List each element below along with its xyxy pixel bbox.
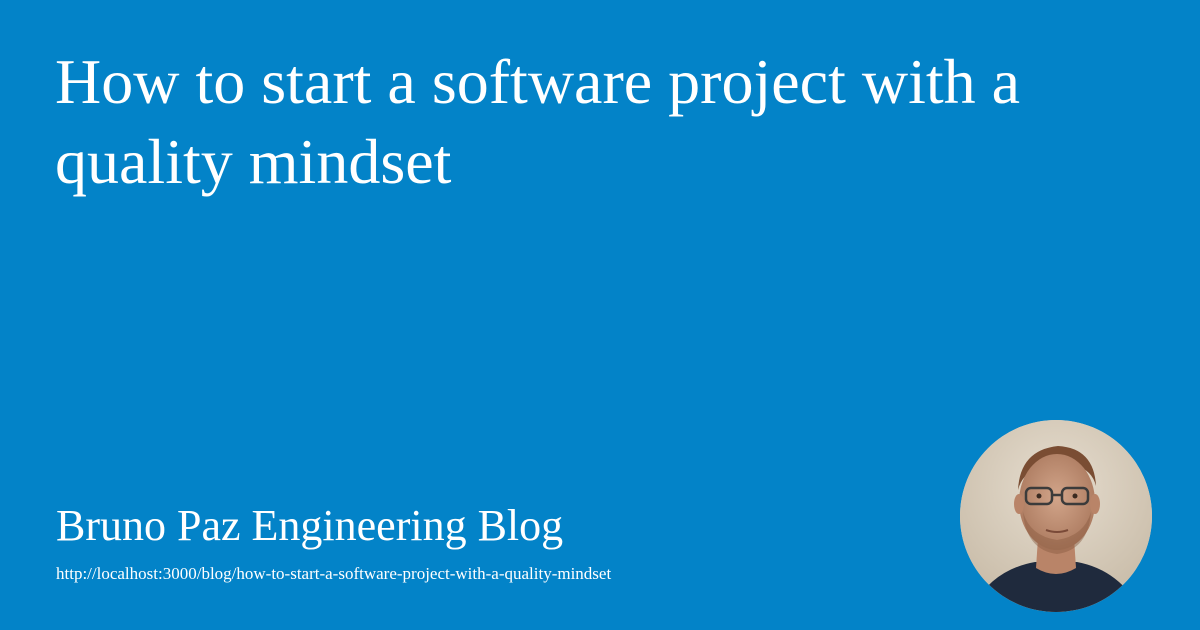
social-card: How to start a software project with a q… bbox=[0, 0, 1200, 630]
blog-name: Bruno Paz Engineering Blog bbox=[56, 501, 564, 550]
author-avatar-icon bbox=[960, 420, 1152, 612]
avatar bbox=[960, 420, 1152, 612]
post-title: How to start a software project with a q… bbox=[55, 46, 1021, 197]
post-url: http://localhost:3000/blog/how-to-start-… bbox=[56, 564, 612, 583]
